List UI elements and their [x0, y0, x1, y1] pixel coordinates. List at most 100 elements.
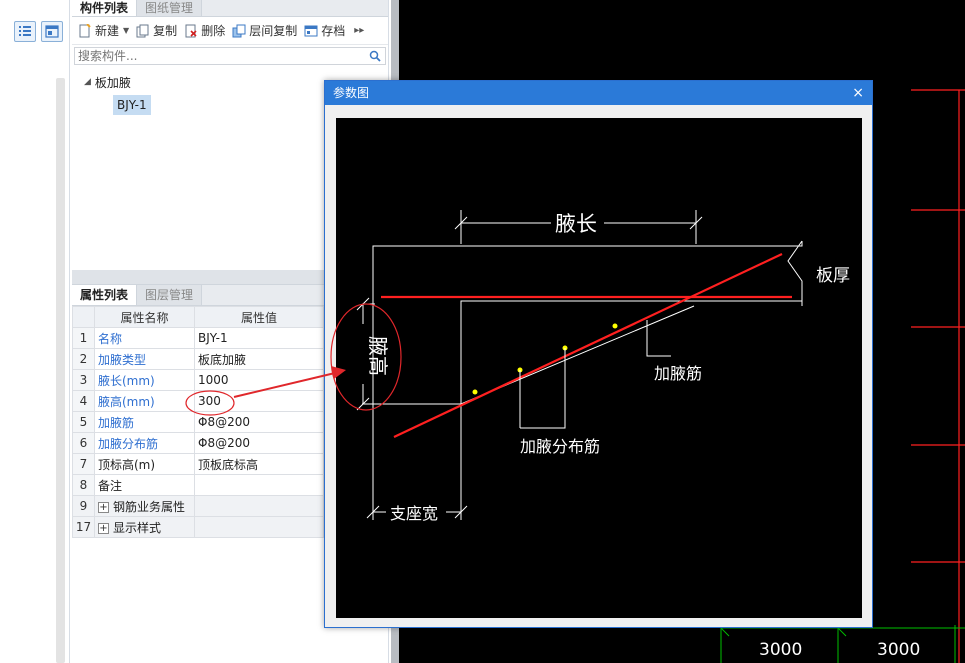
row-name: + 显示样式 [94, 516, 195, 538]
row-name: 顶标高(m) [94, 453, 195, 475]
row-value [194, 495, 324, 517]
archive-label: 存档 [321, 24, 346, 38]
tree-item-bjy-1[interactable]: BJY-1 [113, 95, 151, 115]
row-name: 加腋分布筋 [94, 432, 195, 454]
row-value[interactable] [194, 474, 324, 496]
table-row[interactable]: 8 备注 [72, 474, 324, 496]
archive-icon [304, 25, 318, 36]
row-num: 5 [72, 411, 95, 433]
expand-icon[interactable]: + [98, 522, 109, 534]
row-name: 备注 [94, 474, 195, 496]
dialog-title: 参数图 [333, 86, 370, 100]
row-num: 6 [72, 432, 95, 454]
new-dropdown-icon[interactable]: ▼ [123, 26, 129, 35]
expand-icon[interactable]: + [98, 501, 109, 513]
component-search [74, 47, 386, 65]
table-row[interactable]: 4 腋高(mm) 300 [72, 390, 324, 412]
floor-copy-label: 层间复制 [249, 24, 298, 38]
list-view-button[interactable] [14, 21, 36, 42]
row-name: 名称 [94, 327, 195, 349]
row-name: + 钢筋业务属性 [94, 495, 195, 517]
table-row[interactable]: 1 名称 BJY-1 [72, 327, 324, 349]
floor-copy-button[interactable]: 层间复制 [232, 22, 297, 39]
leader-lines [519, 320, 671, 429]
copy-label: 复制 [153, 24, 178, 38]
table-row[interactable]: 3 腋长(mm) 1000 [72, 369, 324, 391]
window-icon [45, 25, 59, 38]
haunch-rebar-label: 加腋筋 [654, 364, 702, 383]
haunch-height-label: 腋高 [366, 336, 390, 376]
property-table: 属性名称 属性值 1 名称 BJY-1 2 加腋类型 板底加腋 3 腋长(mm)… [72, 306, 324, 538]
new-button[interactable]: 新建 ▼ [78, 22, 129, 39]
row-name: 腋长(mm) [94, 369, 195, 391]
distribution-rebar-label: 加腋分布筋 [520, 437, 600, 456]
row-num: 3 [72, 369, 95, 391]
dialog-titlebar[interactable]: 参数图 × [325, 81, 872, 105]
row-name: 加腋类型 [94, 348, 195, 370]
haunch-length-label: 腋长 [555, 212, 597, 236]
archive-button[interactable]: 存档 [304, 22, 345, 39]
component-tabbar: 构件列表 图纸管理 [72, 0, 388, 17]
tab-drawing-management[interactable]: 图纸管理 [137, 0, 203, 16]
slab-outline [372, 240, 803, 496]
tab-property-list[interactable]: 属性列表 [72, 285, 138, 305]
table-group-row[interactable]: 9 + 钢筋业务属性 [72, 495, 324, 517]
row-value[interactable]: Φ8@200 [194, 432, 324, 454]
slab-thickness-label: 板厚 [816, 266, 850, 286]
row-value[interactable]: BJY-1 [194, 327, 324, 349]
component-toolbar: 新建 ▼ 复制 删除 层间复制 存档 ▸▸ [72, 17, 388, 45]
header-num [72, 306, 95, 328]
row-num: 7 [72, 453, 95, 475]
delete-label: 删除 [201, 24, 226, 38]
row-num: 17 [72, 516, 95, 538]
row-num: 9 [72, 495, 95, 517]
dimension-label: 3000 [877, 640, 921, 660]
left-scrollbar[interactable] [56, 78, 65, 663]
distribution-rebar-dots [472, 323, 618, 395]
close-icon[interactable]: × [852, 81, 864, 105]
table-row[interactable]: 7 顶标高(m) 顶板底标高 [72, 453, 324, 475]
row-value[interactable]: 1000 [194, 369, 324, 391]
row-value [194, 516, 324, 538]
delete-button[interactable]: 删除 [184, 22, 225, 39]
table-row[interactable]: 6 加腋分布筋 Φ8@200 [72, 432, 324, 454]
more-icon[interactable]: ▸▸ [354, 25, 364, 36]
collapse-arrow-icon[interactable]: ◢ [84, 77, 91, 87]
search-input[interactable] [75, 48, 355, 64]
tree-node-label: 板加腋 [94, 75, 131, 90]
table-group-row[interactable]: 17 + 显示样式 [72, 516, 324, 538]
copy-icon [136, 24, 149, 37]
row-num: 1 [72, 327, 95, 349]
row-name: 腋高(mm) [94, 390, 195, 412]
row-num: 8 [72, 474, 95, 496]
haunch-rebar-line [393, 253, 783, 438]
row-name: 加腋筋 [94, 411, 195, 433]
row-value[interactable]: 板底加腋 [194, 348, 324, 370]
row-value[interactable]: Φ8@200 [194, 411, 324, 433]
row-name-label: 显示样式 [113, 520, 162, 535]
left-tool-strip [0, 0, 70, 663]
haunch-diagram: 腋长 板厚 腋高 支座宽 加腋筋 加腋分布筋 [356, 210, 850, 523]
parameter-diagram: 腋长 板厚 腋高 支座宽 加腋筋 加腋分布筋 [336, 118, 862, 618]
row-name-label: 钢筋业务属性 [113, 499, 186, 514]
row-value[interactable]: 300 [194, 390, 324, 412]
table-row[interactable]: 5 加腋筋 Φ8@200 [72, 411, 324, 433]
new-icon [79, 23, 91, 37]
row-num: 4 [72, 390, 95, 412]
tab-layer-management[interactable]: 图层管理 [137, 285, 203, 305]
parameter-diagram-dialog: 参数图 × 腋长 板厚 腋高 支座宽 加腋筋 加腋分布筋 [324, 80, 873, 628]
row-value[interactable]: 顶板底标高 [194, 453, 324, 475]
copy-button[interactable]: 复制 [136, 22, 177, 39]
tab-component-list[interactable]: 构件列表 [72, 0, 138, 16]
header-property-value: 属性值 [194, 306, 324, 328]
new-label: 新建 [95, 24, 120, 38]
floor-copy-icon [232, 24, 246, 37]
delete-icon [185, 24, 197, 37]
table-row[interactable]: 2 加腋类型 板底加腋 [72, 348, 324, 370]
support-width-label: 支座宽 [390, 504, 438, 523]
table-header: 属性名称 属性值 [72, 306, 324, 328]
property-view-button[interactable] [41, 21, 63, 42]
list-icon [19, 26, 31, 36]
header-property-name: 属性名称 [94, 306, 195, 328]
search-icon[interactable] [369, 50, 381, 62]
